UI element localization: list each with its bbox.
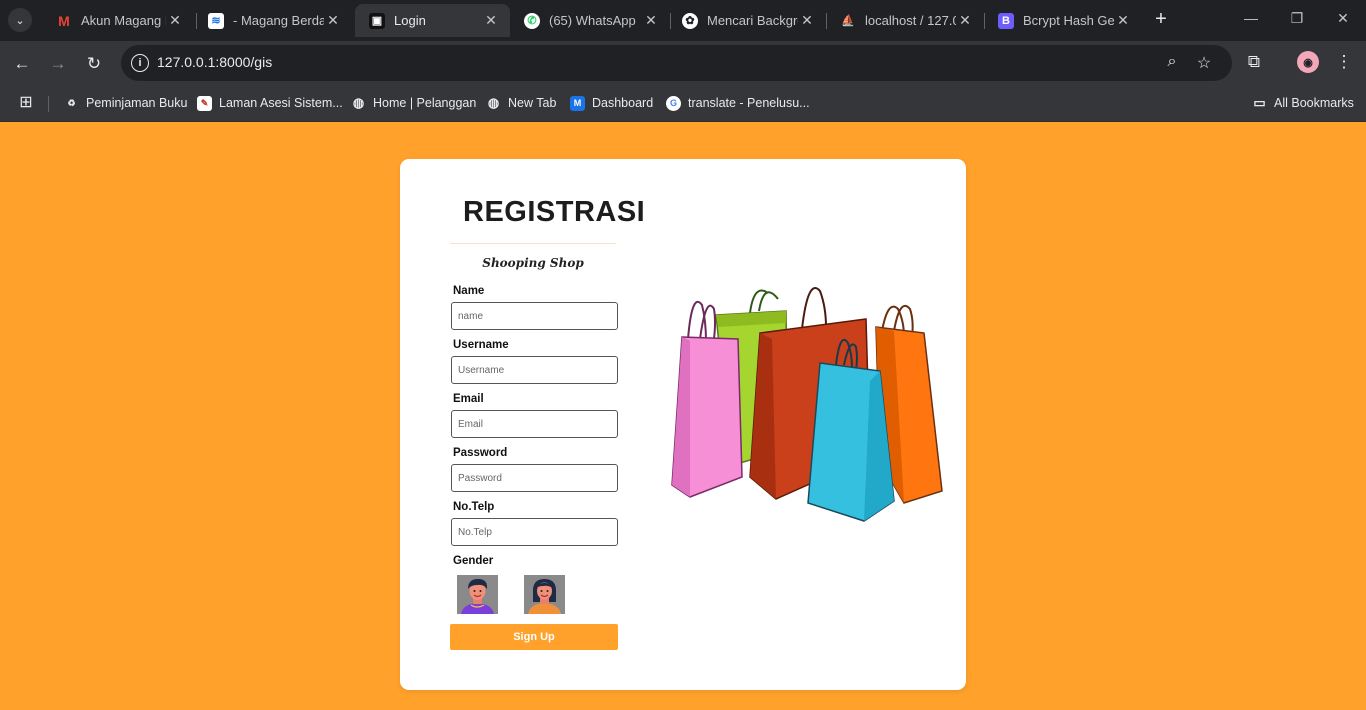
- window-close-icon[interactable]: ✕: [1328, 10, 1358, 27]
- tab-gmail[interactable]: M Akun Magang Be ✕: [42, 4, 194, 37]
- close-icon[interactable]: ✕: [482, 12, 500, 29]
- site-info-icon[interactable]: i: [131, 54, 149, 72]
- recycle-icon: ♻: [67, 97, 76, 108]
- chatgpt-icon: ✿: [682, 12, 698, 29]
- browser-toolbar: ← → ↻ i 127.0.0.1:8000/gis ⌕ ☆ ⧉ ◉ ⋮: [0, 41, 1366, 86]
- reload-icon[interactable]: ↻: [83, 53, 105, 75]
- registration-card: REGISTRASI Shooping Shop Name Username E…: [400, 159, 966, 690]
- shop-subtitle: Shooping Shop: [482, 256, 584, 270]
- tab-chatgpt[interactable]: ✿ Mencari Backgro ✕: [668, 4, 826, 37]
- forward-icon[interactable]: →: [47, 53, 69, 75]
- bcrypt-icon: B: [998, 12, 1014, 29]
- back-icon[interactable]: ←: [11, 53, 33, 75]
- bookmark-item[interactable]: ✎ Laman Asesi Sistem...: [197, 94, 343, 112]
- url-text[interactable]: 127.0.0.1:8000/gis: [157, 54, 272, 70]
- name-input[interactable]: [451, 302, 618, 330]
- gmail-icon: M: [58, 12, 70, 29]
- site-icon: ≋: [208, 12, 224, 29]
- close-icon[interactable]: ✕: [798, 12, 816, 29]
- menu-icon[interactable]: ⋮: [1333, 52, 1355, 72]
- bookmarks-bar: ⊞ ♻ Peminjaman Buku ✎ Laman Asesi Sistem…: [0, 86, 1366, 122]
- bookmark-item[interactable]: M Dashboard: [570, 94, 653, 112]
- phone-input[interactable]: [451, 518, 618, 546]
- username-input[interactable]: [451, 356, 618, 384]
- close-icon[interactable]: ✕: [642, 12, 660, 29]
- tab-phpmyadmin[interactable]: ⛵ localhost / 127.0 ✕: [826, 4, 984, 37]
- restore-icon[interactable]: ❐: [1282, 10, 1312, 27]
- all-bookmarks-button[interactable]: ▭ All Bookmarks: [1252, 94, 1354, 112]
- tab-search-icon[interactable]: ⌄: [8, 8, 32, 32]
- username-label: Username: [453, 339, 509, 351]
- tab-magang[interactable]: ≋ - Magang Berda ✕: [194, 4, 352, 37]
- phone-label: No.Telp: [453, 501, 495, 513]
- tab-login[interactable]: ▣ Login ✕: [355, 4, 510, 37]
- profile-avatar-icon[interactable]: ◉: [1297, 51, 1319, 73]
- title-divider: [450, 243, 616, 244]
- address-bar[interactable]: i 127.0.0.1:8000/gis ⌕ ☆: [121, 45, 1232, 81]
- bookmark-item[interactable]: ◍ New Tab: [486, 94, 557, 112]
- zoom-icon[interactable]: ⌕: [1162, 53, 1182, 71]
- extensions-icon[interactable]: ⧉: [1243, 52, 1265, 72]
- bookmark-divider: [48, 96, 49, 112]
- sign-up-button[interactable]: Sign Up: [450, 624, 618, 650]
- folder-icon: ▭: [1253, 95, 1266, 110]
- female-avatar-option[interactable]: [524, 575, 565, 614]
- shopping-bag-icon: ▣: [369, 12, 385, 29]
- globe-icon: ◍: [352, 95, 365, 110]
- globe-icon: ◍: [487, 95, 500, 110]
- bookmark-item[interactable]: ◍ Home | Pelanggan: [351, 94, 477, 112]
- browser-chrome: ⌄ M Akun Magang Be ✕ ≋ - Magang Berda ✕ …: [0, 0, 1366, 122]
- bookmark-item[interactable]: ♻ Peminjaman Buku: [64, 94, 187, 112]
- whatsapp-icon: ✆: [524, 12, 540, 29]
- bookmark-star-icon[interactable]: ☆: [1194, 53, 1214, 73]
- tab-whatsapp[interactable]: ✆ (65) WhatsApp ✕: [510, 4, 670, 37]
- gender-label: Gender: [453, 555, 494, 567]
- close-icon[interactable]: ✕: [166, 12, 184, 29]
- site-icon: ✎: [197, 95, 212, 111]
- email-label: Email: [453, 393, 484, 405]
- password-label: Password: [453, 447, 508, 459]
- google-icon: G: [666, 95, 681, 111]
- close-icon[interactable]: ✕: [956, 12, 974, 29]
- name-label: Name: [453, 285, 485, 297]
- tab-strip: ⌄ M Akun Magang Be ✕ ≋ - Magang Berda ✕ …: [0, 0, 1366, 41]
- apps-grid-icon[interactable]: ⊞: [15, 92, 37, 112]
- new-tab-icon[interactable]: +: [1151, 9, 1171, 29]
- phpmyadmin-icon: ⛵: [841, 15, 855, 27]
- password-input[interactable]: [451, 464, 618, 492]
- email-input[interactable]: [451, 410, 618, 438]
- page-title: REGISTRASI: [463, 196, 646, 228]
- male-avatar-option[interactable]: [457, 575, 498, 614]
- shopping-bags-illustration: [671, 287, 943, 522]
- tab-bcrypt[interactable]: B Bcrypt Hash Gen ✕: [984, 4, 1142, 37]
- bookmark-item[interactable]: G translate - Penelusu...: [666, 94, 810, 112]
- close-icon[interactable]: ✕: [1114, 12, 1132, 29]
- m-icon: M: [570, 95, 585, 111]
- close-icon[interactable]: ✕: [324, 12, 342, 29]
- minimize-icon[interactable]: —: [1236, 10, 1266, 26]
